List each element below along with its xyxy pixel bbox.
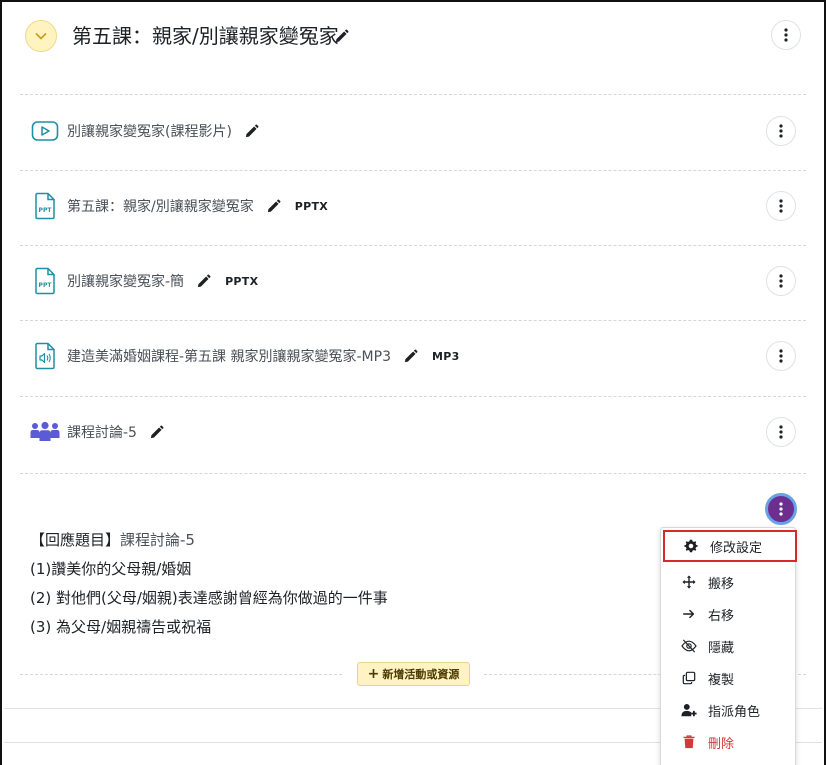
description-line: (3) 為父母/姻親禱告或祝福 [30,618,212,636]
forum-people-icon [30,417,60,447]
activity-name[interactable]: 課程討論-5 [67,422,137,442]
menu-item-assign-roles[interactable]: 指派角色 [661,694,795,726]
copy-icon [681,670,697,686]
section-title: 第五課：親家/別讓親家變冤家 [72,24,339,48]
menu-item-label: 修改設定 [710,540,763,556]
gear-icon [683,538,699,554]
menu-item-edit-settings[interactable]: 修改設定 [663,530,797,562]
menu-item-label: 搬移 [708,576,735,592]
activity-name[interactable]: 別讓親家變冤家-簡 [67,271,184,291]
edit-pencil-icon[interactable] [403,349,418,364]
menu-item-move[interactable]: 搬移 [661,566,795,598]
activity-action-menu: 修改設定 搬移 右移 隱藏 複製 指派角色 刪除 [660,527,797,765]
divider [20,674,342,675]
kebab-icon [779,274,783,288]
menu-item-label: 隱藏 [708,640,735,656]
kebab-icon [779,502,783,516]
section-menu-button[interactable] [771,20,801,50]
divider [20,170,806,171]
plus-icon: + [367,666,380,682]
activity-name[interactable]: 別讓親家變冤家(課程影片) [67,121,232,141]
kebab-icon [779,124,783,138]
menu-item-label: 指派角色 [708,704,761,720]
edit-pencil-icon[interactable] [196,274,211,289]
description-line: 【回應題目】課程討論-5 [30,526,388,555]
divider [20,396,806,397]
svg-text:PPT: PPT [39,282,53,289]
eye-slash-icon [681,638,697,654]
menu-item-hide[interactable]: 隱藏 [661,630,795,662]
file-type-badge: MP3 [431,349,460,363]
kebab-icon [784,28,788,42]
kebab-icon [779,425,783,439]
description-line: (2) 對他們(父母/姻親)表達感謝曾經為你做過的一件事 [30,589,388,607]
activity-menu-button[interactable] [766,417,796,447]
description-line: (1)讚美你的父母親/婚姻 [30,560,192,578]
activity-name[interactable]: 第五課：親家/別讓親家變冤家 [67,196,254,216]
ppt-file-icon: PPT [30,266,60,296]
description-link[interactable]: 課程討論-5 [120,531,195,549]
activity-row[interactable]: 別讓親家變冤家(課程影片) [30,116,259,146]
divider [20,473,806,474]
divider [20,94,806,95]
label-menu-button-active[interactable] [765,493,797,525]
chevron-down-icon [35,33,47,40]
activity-row[interactable]: 課程討論-5 [30,417,164,447]
arrow-right-icon [681,606,697,622]
video-play-icon [30,116,60,146]
edit-pencil-icon[interactable] [149,425,164,440]
add-activity-label: 新增活動或資源 [382,668,460,681]
description-prefix: 【回應題目】 [30,531,121,549]
ppt-file-icon: PPT [30,191,60,221]
activity-name[interactable]: 建造美滿婚姻課程-第五課 親家別讓親家變冤家-MP3 [67,346,391,366]
trash-icon [681,734,697,750]
divider [20,320,806,321]
file-type-badge: PPTX [225,274,259,288]
svg-text:PPT: PPT [39,207,53,214]
menu-item-move-right[interactable]: 右移 [661,598,795,630]
activity-menu-button[interactable] [766,116,796,146]
kebab-icon [779,349,783,363]
kebab-icon [779,199,783,213]
menu-item-duplicate[interactable]: 複製 [661,662,795,694]
menu-item-label: 刪除 [708,736,735,752]
audio-file-icon [30,341,60,371]
add-activity-button[interactable]: + 新增活動或資源 [357,662,470,686]
activity-menu-button[interactable] [766,191,796,221]
menu-item-delete[interactable]: 刪除 [661,726,795,758]
activity-row[interactable]: 建造美滿婚姻課程-第五課 親家別讓親家變冤家-MP3 MP3 [30,341,460,371]
menu-item-label: 右移 [708,608,735,624]
activity-row[interactable]: PPT 第五課：親家/別讓親家變冤家 PPTX [30,191,328,221]
move-arrows-icon [681,574,697,590]
section-collapse-button[interactable] [25,20,57,52]
activity-row[interactable]: PPT 別讓親家變冤家-簡 PPTX [30,266,258,296]
file-type-badge: PPTX [294,199,329,213]
activity-menu-button[interactable] [766,341,796,371]
edit-pencil-icon[interactable] [266,199,281,214]
edit-pencil-icon[interactable] [244,124,259,139]
activity-menu-button[interactable] [766,266,796,296]
label-description: 【回應題目】課程討論-5 (1)讚美你的父母親/婚姻 (2) 對他們(父母/姻親… [30,526,388,642]
divider [20,245,806,246]
user-assign-icon [681,702,697,718]
edit-title-pencil-icon[interactable] [334,29,349,44]
menu-item-label: 複製 [708,672,735,688]
